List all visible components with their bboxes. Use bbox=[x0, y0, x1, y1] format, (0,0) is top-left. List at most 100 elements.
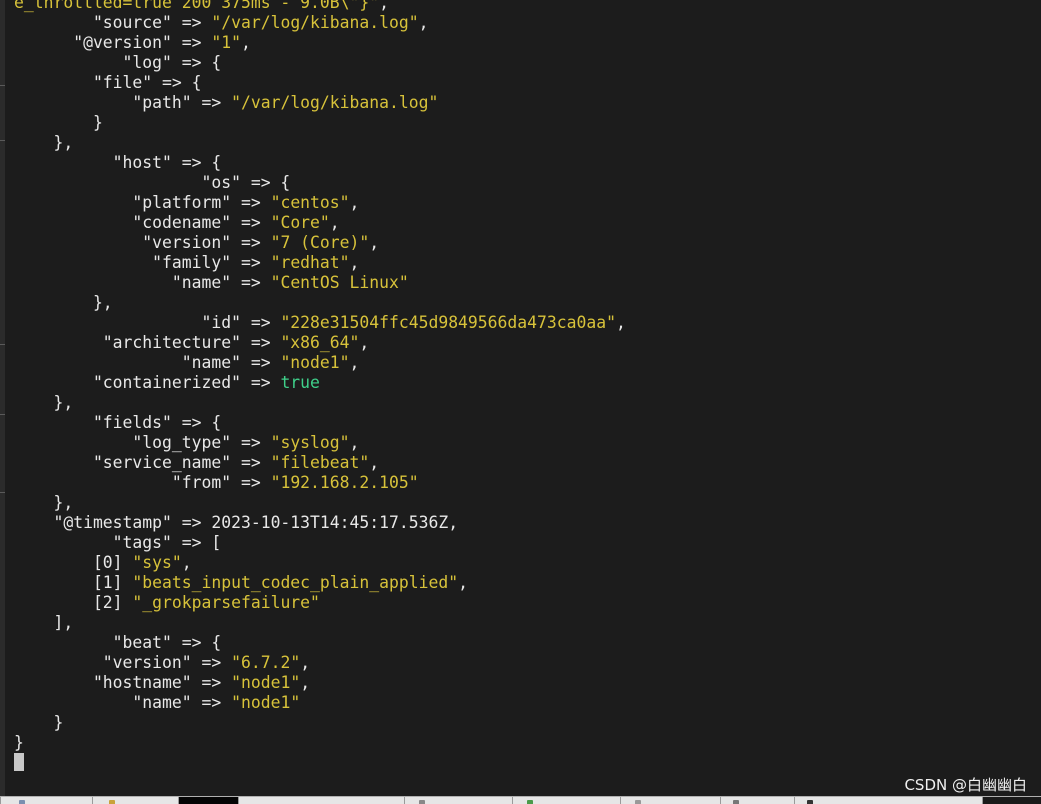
terminal-line: "version" => "7 (Core)", bbox=[14, 233, 626, 253]
code-text: "path" => bbox=[14, 93, 232, 112]
terminal-line: } bbox=[14, 733, 626, 753]
terminal-line: "hostname" => "node1", bbox=[14, 673, 626, 693]
code-text: "codename" => bbox=[14, 213, 271, 232]
code-text: }, bbox=[14, 293, 113, 312]
terminal-window[interactable]: e_throttled=true 200 375ms - 9.0B\"}", "… bbox=[0, 0, 1041, 796]
string-value: "x86_64" bbox=[280, 333, 360, 352]
code-text: , bbox=[181, 553, 192, 572]
code-text: "name" => bbox=[14, 273, 271, 292]
terminal-line: "name" => "CentOS Linux" bbox=[14, 273, 626, 293]
terminal-line: }, bbox=[14, 293, 626, 313]
code-text: }, bbox=[14, 133, 74, 152]
code-text: "id" => bbox=[14, 313, 281, 332]
terminal-line: "codename" => "Core", bbox=[14, 213, 626, 233]
app-icon bbox=[635, 800, 641, 804]
code-text: , bbox=[615, 313, 626, 332]
code-text: [1] bbox=[14, 573, 133, 592]
string-value: "centos" bbox=[270, 193, 350, 212]
csdn-watermark: CSDN @白幽幽白 bbox=[904, 776, 1027, 794]
code-text: , bbox=[369, 233, 380, 252]
taskbar-button-active[interactable] bbox=[178, 797, 238, 804]
terminal-line: "host" => { bbox=[14, 153, 626, 173]
code-text: , bbox=[458, 573, 468, 592]
terminal-line: "file" => { bbox=[14, 73, 626, 93]
taskbar-tray[interactable] bbox=[982, 797, 1041, 804]
code-text: "os" => { bbox=[14, 173, 291, 192]
code-text: "containerized" => bbox=[14, 373, 281, 392]
terminal-line: "version" => "6.7.2", bbox=[14, 653, 626, 673]
taskbar-button[interactable] bbox=[404, 797, 512, 804]
string-value: "/var/log/kibana.log" bbox=[211, 13, 419, 32]
taskbar-button[interactable] bbox=[620, 797, 720, 804]
terminal-line: "os" => { bbox=[14, 173, 626, 193]
terminal-line: [2] "_grokparsefailure" bbox=[14, 593, 626, 613]
terminal-line: "beat" => { bbox=[14, 633, 626, 653]
app-icon bbox=[19, 800, 25, 804]
code-text: "fields" => { bbox=[14, 413, 222, 432]
string-value: "192.168.2.105" bbox=[270, 473, 419, 492]
code-text: "beat" => { bbox=[14, 633, 222, 652]
code-text: , bbox=[359, 333, 370, 352]
code-text: [2] bbox=[14, 593, 133, 612]
terminal-line: "name" => "node1", bbox=[14, 353, 626, 373]
app-icon bbox=[419, 800, 425, 804]
terminal-line: "tags" => [ bbox=[14, 533, 626, 553]
code-text: "hostname" => bbox=[14, 673, 232, 692]
code-text: ], bbox=[14, 613, 74, 632]
taskbar-button[interactable] bbox=[794, 797, 982, 804]
string-value: "/var/log/kibana.log" bbox=[231, 93, 439, 112]
terminal-line: } bbox=[14, 713, 626, 733]
code-text: "family" => bbox=[14, 253, 271, 272]
code-text: } bbox=[14, 713, 64, 732]
terminal-line: [1] "beats_input_codec_plain_applied", bbox=[14, 573, 626, 593]
code-text: "log_type" => bbox=[14, 433, 271, 452]
terminal-line: "service_name" => "filebeat", bbox=[14, 453, 626, 473]
terminal-line: "platform" => "centos", bbox=[14, 193, 626, 213]
terminal-output: e_throttled=true 200 375ms - 9.0B\"}", "… bbox=[14, 0, 626, 773]
taskbar-button[interactable] bbox=[92, 797, 178, 804]
terminal-line: "@version" => "1", bbox=[14, 33, 626, 53]
code-text: "architecture" => bbox=[14, 333, 281, 352]
code-text: , bbox=[349, 353, 360, 372]
terminal-line: "name" => "node1" bbox=[14, 693, 626, 713]
gutter-mark bbox=[0, 492, 5, 493]
terminal-line: [0] "sys", bbox=[14, 553, 626, 573]
code-text: "service_name" => bbox=[14, 453, 271, 472]
app-icon bbox=[733, 800, 739, 804]
string-value: "filebeat" bbox=[270, 453, 370, 472]
terminal-line: "path" => "/var/log/kibana.log" bbox=[14, 93, 626, 113]
string-value: "_grokparsefailure" bbox=[132, 593, 320, 612]
string-value: "beats_input_codec_plain_applied" bbox=[132, 573, 459, 592]
code-text: "@version" => bbox=[14, 33, 212, 52]
string-value: "1" bbox=[211, 33, 241, 52]
terminal-line: "id" => "228e31504ffc45d9849566da473ca0a… bbox=[14, 313, 626, 333]
taskbar-button[interactable] bbox=[720, 797, 794, 804]
code-text: , bbox=[300, 673, 311, 692]
terminal-line: }, bbox=[14, 133, 626, 153]
code-text: "name" => bbox=[14, 353, 281, 372]
string-value: "sys" bbox=[132, 553, 182, 572]
taskbar-button[interactable] bbox=[512, 797, 620, 804]
boolean-value: true bbox=[280, 373, 320, 392]
string-value: "redhat" bbox=[270, 253, 350, 272]
terminal-line: "@timestamp" => 2023-10-13T14:45:17.536Z… bbox=[14, 513, 626, 533]
code-text: , bbox=[300, 653, 311, 672]
code-text: , bbox=[329, 213, 340, 232]
terminal-line: "source" => "/var/log/kibana.log", bbox=[14, 13, 626, 33]
code-text: , bbox=[349, 253, 360, 272]
taskbar-button[interactable] bbox=[0, 797, 92, 804]
app-icon bbox=[109, 800, 115, 804]
code-text: "log" => { bbox=[14, 53, 222, 72]
code-text: , bbox=[418, 13, 429, 32]
terminal-line: "family" => "redhat", bbox=[14, 253, 626, 273]
terminal-line: "from" => "192.168.2.105" bbox=[14, 473, 626, 493]
code-text: "version" => bbox=[14, 653, 232, 672]
string-value: "CentOS Linux" bbox=[270, 273, 409, 292]
taskbar-button[interactable] bbox=[238, 797, 404, 804]
prompt-line[interactable] bbox=[14, 753, 626, 773]
terminal-left-gutter bbox=[0, 0, 5, 796]
code-text: }, bbox=[14, 393, 74, 412]
string-value: "7 (Core)" bbox=[270, 233, 370, 252]
terminal-line: "log" => { bbox=[14, 53, 626, 73]
string-value: "node1" bbox=[231, 673, 301, 692]
